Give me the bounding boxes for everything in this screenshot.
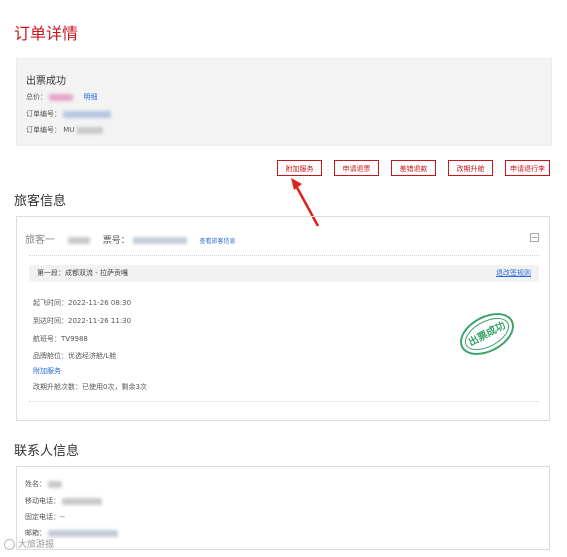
passenger-label: 旅客一 — [25, 235, 55, 246]
passenger-header: 旅客一 票号： 查看旅客信息 — [25, 231, 236, 246]
phone-row: 固定电话：-- — [25, 512, 65, 522]
upgrade-count-row: 改期升舱次数：已使用0次，剩余3次 — [33, 382, 147, 392]
flight-no-label: 航班号： — [33, 335, 61, 343]
mobile-value-redacted — [62, 497, 103, 505]
email-value-redacted — [48, 529, 119, 537]
ticketed-stamp: 出票成功 — [452, 304, 522, 364]
depart-label: 起飞时间： — [33, 299, 68, 307]
contact-name-redacted — [48, 480, 63, 488]
order-no2-value-redacted — [76, 126, 103, 134]
addon-service-button[interactable]: 附加服务 — [277, 160, 322, 176]
upgrade-value: 已使用0次，剩余3次 — [82, 383, 147, 391]
divider — [29, 401, 539, 402]
cabin-label: 品牌舱位： — [33, 352, 68, 360]
arrive-time: 2022-11-26 11:30 — [68, 317, 132, 325]
arrive-time-row: 到达时间：2022-11-26 11:30 — [33, 316, 131, 326]
mobile-label: 移动电话： — [25, 497, 60, 505]
total-price-value-redacted — [49, 93, 74, 101]
ticket-no-redacted — [132, 237, 187, 244]
total-price-label: 总价： — [26, 93, 47, 101]
mobile-row: 移动电话： — [25, 496, 103, 506]
total-price-row: 总价： 明细 — [26, 92, 97, 102]
refund-rules-link[interactable]: 退改签规则 — [496, 265, 531, 282]
watermark: 大旅游报 — [4, 537, 54, 550]
arrive-label: 到达时间： — [33, 317, 68, 325]
phone-label: 固定电话： — [25, 513, 60, 521]
error-refund-button[interactable]: 差错退款 — [391, 160, 436, 176]
refund-ticket-button[interactable]: 申请退票 — [334, 160, 379, 176]
flight-no: TV9988 — [61, 335, 88, 343]
passenger-name-redacted — [67, 237, 90, 244]
phone-value: -- — [60, 513, 66, 521]
divider — [29, 255, 539, 256]
cabin-value: 优选经济舱/L舱 — [68, 352, 117, 360]
depart-time-row: 起飞时间：2022-11-26 08:30 — [33, 298, 131, 308]
email-label: 邮箱： — [25, 529, 46, 537]
ticket-no-label: 票号： — [102, 236, 130, 246]
contact-name-row: 姓名： — [25, 479, 63, 489]
page-title: 订单详情 — [14, 24, 79, 43]
cabin-row: 品牌舱位：优选经济舱/L舱 — [33, 351, 116, 361]
watermark-icon — [4, 539, 15, 550]
order-no-value-redacted — [63, 110, 112, 118]
contact-name-label: 姓名： — [25, 480, 46, 488]
order-no2-prefix: MU — [63, 126, 75, 134]
order-no-label: 订单编号： — [26, 110, 61, 118]
order-no-row: 订单编号： — [26, 109, 112, 119]
flight-no-row: 航班号：TV9988 — [33, 334, 88, 344]
depart-time: 2022-11-26 08:30 — [68, 299, 132, 307]
upgrade-label: 改期升舱次数： — [33, 383, 82, 391]
contact-section-title: 联系人信息 — [14, 444, 80, 459]
reschedule-upgrade-button[interactable]: 改期升舱 — [448, 160, 493, 176]
passenger-card: 旅客一 票号： 查看旅客信息 第一段：成都双流 - 拉萨贡嘎 退改签规则 起飞时… — [16, 216, 550, 421]
order-no2-label: 订单编号： — [26, 126, 61, 134]
passenger-section-title: 旅客信息 — [14, 194, 67, 209]
segment-label: 第一段：成都双流 - 拉萨贡嘎 — [37, 269, 128, 277]
segment-bar: 第一段：成都双流 - 拉萨贡嘎 退改签规则 — [29, 265, 539, 282]
contact-card: 姓名： 移动电话： 固定电话：-- 邮箱： — [16, 466, 550, 550]
collapse-icon[interactable] — [530, 233, 539, 242]
refund-baggage-button[interactable]: 申请退行李 — [505, 160, 550, 176]
ticket-status: 出票成功 — [26, 76, 66, 87]
price-detail-link[interactable]: 明细 — [83, 93, 97, 101]
view-passenger-info-link[interactable]: 查看旅客信息 — [200, 238, 236, 245]
addon-service-link[interactable]: 附加服务 — [33, 366, 61, 376]
order-no2-row: 订单编号： MU — [26, 125, 103, 135]
order-status-panel: 出票成功 总价： 明细 订单编号： 订单编号： MU — [16, 58, 552, 146]
watermark-text: 大旅游报 — [18, 540, 55, 550]
